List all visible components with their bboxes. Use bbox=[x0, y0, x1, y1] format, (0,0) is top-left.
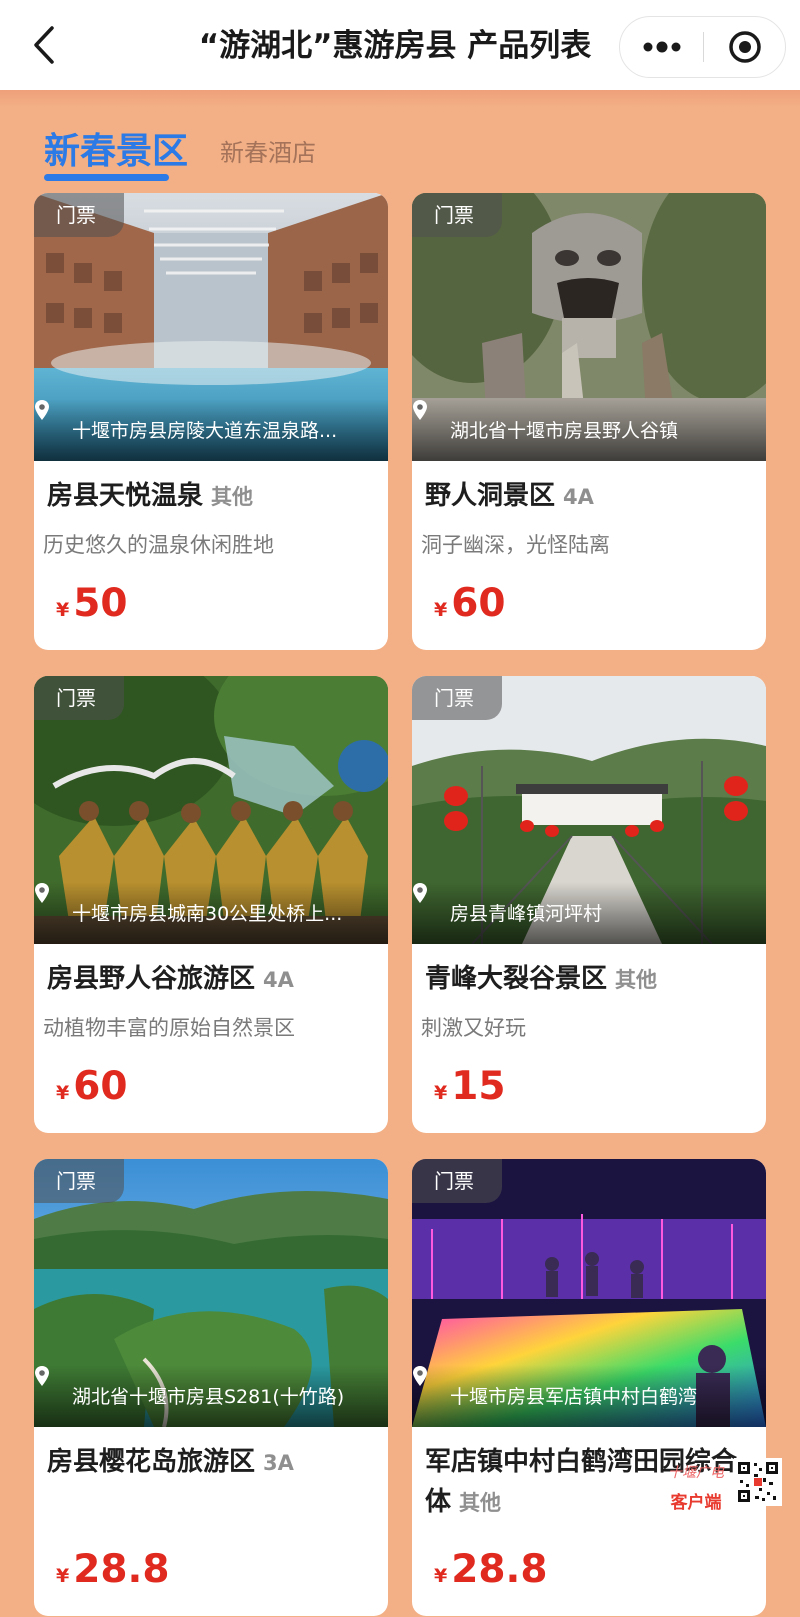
product-card[interactable]: 门票 湖北省十堰市房县S281(十竹路) 房县樱花岛旅游区 3A ¥28.8 bbox=[34, 1159, 388, 1616]
product-price: ¥60 bbox=[56, 1064, 128, 1109]
location-pin-icon bbox=[413, 883, 427, 903]
ticket-tag: 门票 bbox=[34, 193, 124, 237]
watermark: 十堰广电 客户端 bbox=[648, 1458, 744, 1518]
product-card[interactable]: 门票 十堰市房县军店镇中村白鹤湾 军店镇中村白鹤湾田园综合体 其他 ¥28.8 bbox=[412, 1159, 766, 1616]
product-price: ¥28.8 bbox=[434, 1547, 547, 1592]
location-bar: 房县青峰镇河坪村 bbox=[412, 882, 766, 944]
currency-symbol: ¥ bbox=[56, 599, 70, 621]
product-photo: 门票 十堰市房县军店镇中村白鹤湾 bbox=[412, 1159, 766, 1427]
tab-hotels[interactable]: 新春酒店 bbox=[220, 133, 316, 168]
product-price: ¥15 bbox=[434, 1064, 506, 1109]
level-badge: 其他 bbox=[615, 968, 658, 992]
product-name: 房县樱花岛旅游区 bbox=[47, 1447, 256, 1477]
tab-active-indicator bbox=[44, 174, 169, 181]
page-title: “游湖北”惠游房县 产品列表 bbox=[198, 28, 592, 64]
price-amount: 60 bbox=[73, 1064, 128, 1109]
location-text: 湖北省十堰市房县S281(十竹路) bbox=[72, 1386, 345, 1408]
product-title: 野人洞景区 4A bbox=[425, 476, 759, 517]
product-photo: 门票 湖北省十堰市房县S281(十竹路) bbox=[34, 1159, 388, 1427]
product-name: 青峰大裂谷景区 bbox=[425, 964, 608, 994]
ticket-tag: 门票 bbox=[412, 193, 502, 237]
watermark-label: 客户端 bbox=[670, 1493, 722, 1513]
product-description: 洞子幽深，光怪陆离 bbox=[421, 533, 610, 557]
target-close-icon bbox=[729, 31, 761, 63]
product-price: ¥60 bbox=[434, 581, 506, 626]
product-price: ¥50 bbox=[56, 581, 128, 626]
price-amount: 60 bbox=[451, 581, 506, 626]
level-badge: 3A bbox=[263, 1451, 294, 1475]
more-dots-icon bbox=[643, 41, 680, 53]
mini-program-capsule bbox=[619, 16, 786, 78]
location-bar: 湖北省十堰市房县野人谷镇 bbox=[412, 399, 766, 461]
product-card[interactable]: 门票 湖北省十堰市房县野人谷镇 野人洞景区 4A 洞子幽深，光怪陆离 ¥60 bbox=[412, 193, 766, 650]
product-photo: 门票 湖北省十堰市房县野人谷镇 bbox=[412, 193, 766, 461]
currency-symbol: ¥ bbox=[434, 1565, 448, 1587]
price-amount: 28.8 bbox=[73, 1547, 170, 1592]
location-text: 十堰市房县房陵大道东温泉路... bbox=[72, 420, 338, 442]
back-button[interactable] bbox=[24, 22, 64, 68]
more-button[interactable] bbox=[620, 17, 703, 77]
location-pin-icon bbox=[413, 400, 427, 420]
watermark-brand: 十堰广电 bbox=[668, 1465, 724, 1481]
currency-symbol: ¥ bbox=[56, 1082, 70, 1104]
product-photo: 门票 房县青峰镇河坪村 bbox=[412, 676, 766, 944]
product-description: 刺激又好玩 bbox=[421, 1016, 526, 1040]
product-title: 房县天悦温泉 其他 bbox=[47, 476, 381, 517]
header-shadow-band bbox=[0, 90, 800, 108]
location-text: 十堰市房县军店镇中村白鹤湾 bbox=[450, 1386, 698, 1408]
product-description: 动植物丰富的原始自然景区 bbox=[43, 1016, 295, 1040]
location-text: 房县青峰镇河坪村 bbox=[450, 903, 603, 925]
ticket-tag: 门票 bbox=[34, 676, 124, 720]
location-text: 湖北省十堰市房县野人谷镇 bbox=[450, 420, 679, 442]
location-bar: 十堰市房县城南30公里处桥上... bbox=[34, 882, 388, 944]
product-photo: 门票 十堰市房县房陵大道东温泉路... bbox=[34, 193, 388, 461]
level-badge: 其他 bbox=[459, 1491, 502, 1515]
location-pin-icon bbox=[413, 1366, 427, 1386]
location-text: 十堰市房县城南30公里处桥上... bbox=[72, 903, 343, 925]
product-name: 房县野人谷旅游区 bbox=[47, 964, 256, 994]
location-pin-icon bbox=[35, 400, 49, 420]
level-badge: 4A bbox=[563, 485, 594, 509]
product-price: ¥28.8 bbox=[56, 1547, 169, 1592]
location-bar: 湖北省十堰市房县S281(十竹路) bbox=[34, 1365, 388, 1427]
product-name: 野人洞景区 bbox=[425, 481, 556, 511]
location-bar: 十堰市房县房陵大道东温泉路... bbox=[34, 399, 388, 461]
ticket-tag: 门票 bbox=[412, 676, 502, 720]
product-description: 历史悠久的温泉休闲胜地 bbox=[43, 533, 274, 557]
tab-scenic-spots[interactable]: 新春景区 bbox=[44, 122, 188, 174]
level-badge: 4A bbox=[263, 968, 294, 992]
product-card[interactable]: 门票 房县青峰镇河坪村 青峰大裂谷景区 其他 刺激又好玩 ¥15 bbox=[412, 676, 766, 1133]
location-pin-icon bbox=[35, 883, 49, 903]
location-pin-icon bbox=[35, 1366, 49, 1386]
ticket-tag: 门票 bbox=[412, 1159, 502, 1203]
nav-bar: “游湖北”惠游房县 产品列表 bbox=[0, 0, 800, 90]
price-amount: 15 bbox=[451, 1064, 506, 1109]
currency-symbol: ¥ bbox=[434, 1082, 448, 1104]
price-amount: 50 bbox=[73, 581, 128, 626]
currency-symbol: ¥ bbox=[434, 599, 448, 621]
product-title: 房县野人谷旅游区 4A bbox=[47, 959, 381, 1000]
qr-code-icon bbox=[734, 1458, 782, 1506]
product-card[interactable]: 门票 十堰市房县房陵大道东温泉路... 房县天悦温泉 其他 历史悠久的温泉休闲胜地… bbox=[34, 193, 388, 650]
product-title: 房县樱花岛旅游区 3A bbox=[47, 1442, 381, 1483]
close-button[interactable] bbox=[704, 17, 786, 77]
price-amount: 28.8 bbox=[451, 1547, 548, 1592]
ticket-tag: 门票 bbox=[34, 1159, 124, 1203]
product-card[interactable]: 门票 十堰市房县城南30公里处桥上... 房县野人谷旅游区 4A 动植物丰富的原始… bbox=[34, 676, 388, 1133]
location-bar: 十堰市房县军店镇中村白鹤湾 bbox=[412, 1365, 766, 1427]
product-name: 房县天悦温泉 bbox=[47, 481, 204, 511]
product-title: 青峰大裂谷景区 其他 bbox=[425, 959, 759, 1000]
product-photo: 门票 十堰市房县城南30公里处桥上... bbox=[34, 676, 388, 944]
currency-symbol: ¥ bbox=[56, 1565, 70, 1587]
chevron-left-icon bbox=[34, 26, 54, 64]
level-badge: 其他 bbox=[211, 485, 254, 509]
